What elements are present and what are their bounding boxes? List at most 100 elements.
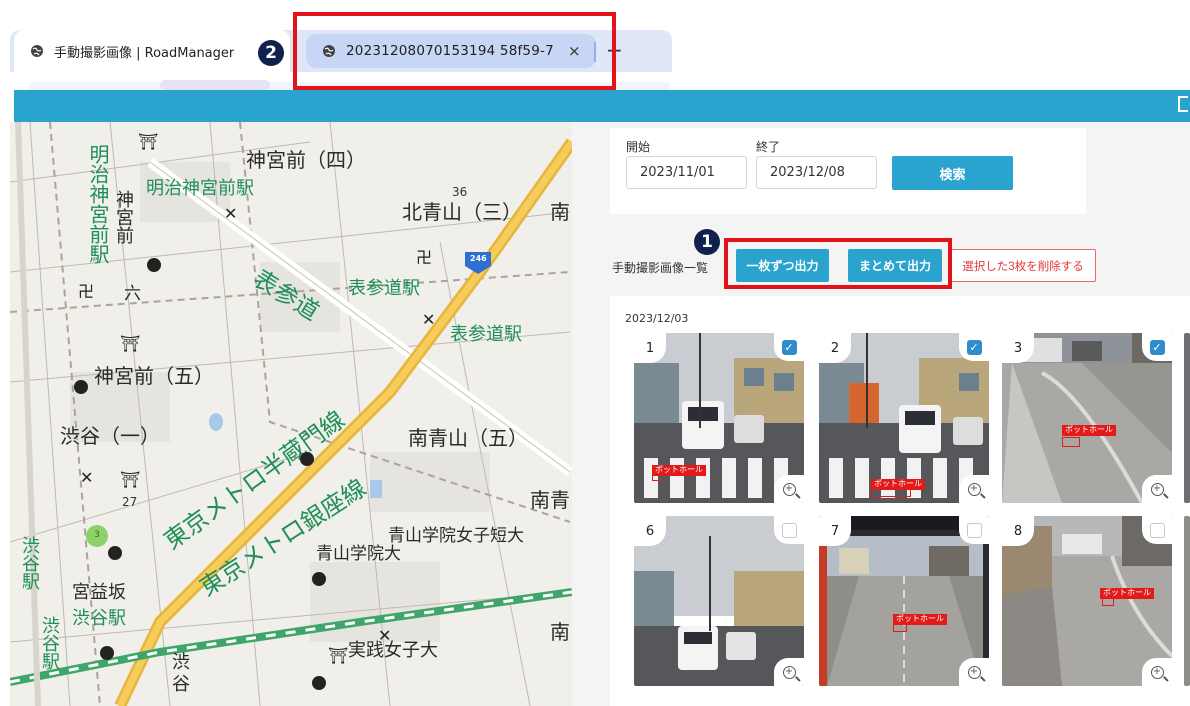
- map-station-label: 渋谷駅: [39, 616, 60, 670]
- search-button[interactable]: 検索: [892, 156, 1013, 190]
- map-label: 27: [122, 495, 138, 509]
- zoom-button[interactable]: +: [774, 658, 804, 686]
- tab-title: 20231208070153194 58f59-7: [346, 43, 554, 59]
- detection-box: [871, 489, 911, 497]
- list-title: 手動撮影画像一覧: [612, 261, 709, 275]
- search-card: 開始 終了 2023/11/01 2023/12/08 検索: [610, 128, 1086, 214]
- shrine-icon: ⛩: [120, 334, 141, 353]
- zoom-in-icon: +: [782, 482, 796, 496]
- map-station-label: 表参道駅: [348, 278, 420, 299]
- map-station-label: 明治神宮前駅: [86, 144, 110, 264]
- zoom-button[interactable]: +: [774, 475, 804, 503]
- map-label: 宮益坂: [72, 582, 126, 603]
- map-cluster-count[interactable]: 3: [94, 531, 100, 540]
- tab-title: 手動撮影画像 | RoadManager: [54, 45, 235, 61]
- map-label: 六: [124, 284, 141, 304]
- start-date-input[interactable]: 2023/11/01: [626, 156, 747, 189]
- shrine-icon: ⛩: [120, 470, 141, 489]
- app-header-bar: [14, 90, 1190, 122]
- close-tab-icon[interactable]: ×: [568, 42, 581, 60]
- image-thumbnail[interactable]: ポットホール 1 ✓ +: [634, 333, 804, 503]
- school-icon: [74, 380, 88, 394]
- post-office-icon: [108, 546, 122, 560]
- menu-icon[interactable]: [1178, 96, 1188, 112]
- image-checkbox[interactable]: [774, 516, 804, 544]
- checkbox-checked-icon: ✓: [1149, 339, 1165, 355]
- map-label: 36: [452, 185, 468, 199]
- shrine-icon: ⛩: [328, 646, 349, 665]
- map-label: 南青山（五）: [408, 426, 528, 450]
- tab-roadmanager[interactable]: 手動撮影画像 | RoadManager: [14, 30, 290, 72]
- export-bulk-button[interactable]: まとめて出力: [848, 249, 942, 282]
- checkbox-checked-icon: ✓: [781, 339, 797, 355]
- image-thumbnail[interactable]: ポットホール 7 +: [819, 516, 989, 686]
- browser-tab-strip: 手動撮影画像 | RoadManager 20231208070153194 5…: [0, 0, 672, 90]
- shrine-icon: ⛩: [138, 132, 159, 151]
- image-thumbnail-partial[interactable]: [1184, 516, 1190, 686]
- image-checkbox[interactable]: ✓: [1142, 333, 1172, 361]
- detection-box: [893, 624, 907, 632]
- school-icon: [100, 646, 114, 660]
- map-label: 南: [550, 620, 570, 644]
- annotation-marker-1: 1: [694, 229, 720, 255]
- temple-icon: 卍: [78, 282, 95, 301]
- image-checkbox[interactable]: [1142, 516, 1172, 544]
- zoom-in-icon: +: [1150, 482, 1164, 496]
- school-icon: [312, 572, 326, 586]
- map-label: 神宮前（四）: [246, 148, 366, 172]
- map-station-label: 表参道駅: [450, 324, 522, 345]
- detection-box: [1062, 437, 1080, 447]
- zoom-button[interactable]: +: [959, 658, 989, 686]
- map-label: 神宮前: [113, 190, 134, 244]
- map-label: 南: [550, 200, 570, 224]
- image-thumbnail-partial[interactable]: [1184, 333, 1190, 503]
- image-thumbnail[interactable]: ポットホール 8 +: [1002, 516, 1172, 686]
- new-tab-icon[interactable]: +: [606, 38, 623, 62]
- police-box-icon: ✕: [80, 468, 94, 487]
- tab-divider: [594, 42, 596, 62]
- zoom-button[interactable]: +: [959, 475, 989, 503]
- zoom-in-icon: +: [967, 482, 981, 496]
- tab-image-file[interactable]: 20231208070153194 58f59-7 ×: [306, 34, 596, 68]
- post-office-icon: [147, 258, 161, 272]
- zoom-in-icon: +: [782, 665, 796, 679]
- gallery-date: 2023/12/03: [625, 312, 689, 325]
- checkbox-unchecked-icon: [966, 522, 982, 538]
- image-thumbnail[interactable]: ポットホール 2 ✓ +: [819, 333, 989, 503]
- police-box-icon: ✕: [378, 626, 392, 645]
- image-thumbnail[interactable]: ポットホール 3 ✓ +: [1002, 333, 1172, 503]
- image-checkbox[interactable]: ✓: [774, 333, 804, 361]
- zoom-in-icon: +: [967, 665, 981, 679]
- map-label: 青山学院女子短大: [388, 526, 524, 546]
- zoom-in-icon: +: [1150, 665, 1164, 679]
- export-single-button[interactable]: 一枚ずつ出力: [736, 249, 829, 282]
- map-view[interactable]: 神宮前（四） 北青山（三） 南 神宮前（五） 渋谷（一） 南青山（五） 南青 青…: [10, 122, 572, 706]
- temple-icon: 卍: [416, 248, 433, 267]
- checkbox-checked-icon: ✓: [966, 339, 982, 355]
- police-box-icon: ✕: [224, 204, 238, 223]
- zoom-button[interactable]: +: [1142, 658, 1172, 686]
- end-label: 終了: [756, 140, 781, 154]
- detection-box: [1102, 598, 1114, 606]
- route-246-badge: 246: [470, 254, 487, 263]
- map-label: 渋: [172, 652, 190, 673]
- annotation-marker-2: 2: [258, 40, 284, 66]
- right-panel: 開始 終了 2023/11/01 2023/12/08 検索 手動撮影画像一覧 …: [572, 122, 1190, 706]
- globe-icon: [323, 45, 335, 57]
- map-label: 青山学院大: [316, 544, 401, 564]
- image-checkbox[interactable]: ✓: [959, 333, 989, 361]
- detection-box: [652, 475, 662, 481]
- delete-selected-button[interactable]: 選択した3枚を削除する: [950, 249, 1096, 282]
- map-label: 神宮前（五）: [94, 364, 214, 388]
- checkbox-unchecked-icon: [781, 522, 797, 538]
- school-icon: [312, 676, 326, 690]
- zoom-button[interactable]: +: [1142, 475, 1172, 503]
- globe-icon: [31, 45, 43, 57]
- image-checkbox[interactable]: [959, 516, 989, 544]
- map-label: 谷: [172, 674, 190, 695]
- image-thumbnail[interactable]: 6 +: [634, 516, 804, 686]
- police-box-icon: ✕: [422, 310, 436, 329]
- end-date-input[interactable]: 2023/12/08: [756, 156, 877, 189]
- map-station-label: 渋谷駅: [72, 608, 126, 629]
- image-gallery: 2023/12/03 ポットホール 1 ✓ + ポットホール 2 ✓ + ポット…: [610, 296, 1190, 706]
